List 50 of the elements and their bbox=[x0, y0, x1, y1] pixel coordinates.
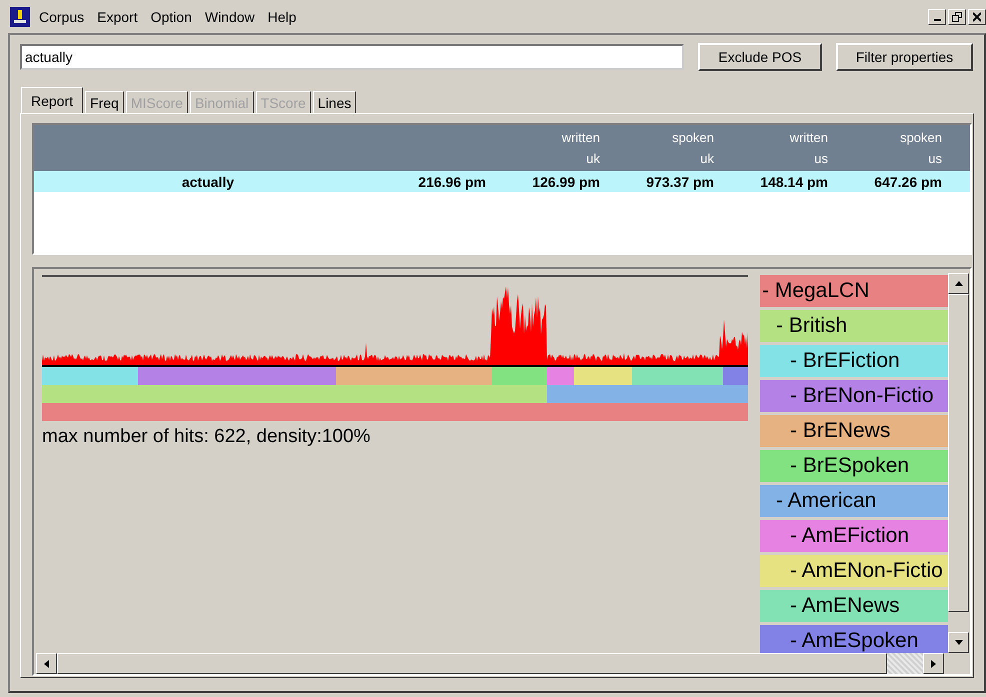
tab[interactable]: Report bbox=[21, 87, 84, 113]
tree-item[interactable]: - BrESpoken bbox=[760, 450, 948, 482]
tree-item[interactable]: - AmENon-Fictio bbox=[760, 555, 948, 587]
table-cell-text: 126.99 pm bbox=[531, 174, 600, 190]
tree-item[interactable]: - MegaLCN bbox=[760, 275, 948, 307]
left-arrow-icon bbox=[44, 660, 49, 668]
app-logo-icon bbox=[10, 6, 30, 26]
scroll-down-button[interactable] bbox=[948, 632, 969, 653]
table-row[interactable]: actually 216.96 pm 126.99 pm 973.37 pm 148.14 pm 647.26 pm bbox=[34, 171, 970, 192]
table-cell-text: 148.14 pm bbox=[759, 174, 828, 190]
toolbar-button[interactable]: Exclude POS bbox=[698, 43, 822, 71]
scrollbar-thumb[interactable] bbox=[948, 294, 969, 612]
menu-item[interactable]: Option bbox=[150, 8, 192, 24]
tab[interactable]: Freq bbox=[85, 91, 124, 113]
menu-item[interactable]: Corpus bbox=[39, 8, 84, 24]
tree-item[interactable]: - American bbox=[760, 485, 948, 517]
tree-item[interactable]: - BrENon-Fictio bbox=[760, 380, 948, 412]
menu-item[interactable]: Help bbox=[268, 8, 296, 24]
toolbar-button[interactable]: Filter properties bbox=[836, 43, 973, 71]
search-field[interactable]: actually bbox=[20, 44, 684, 70]
column-header: written us bbox=[788, 129, 828, 168]
up-arrow-icon bbox=[954, 281, 962, 286]
scroll-right-button[interactable] bbox=[923, 653, 944, 674]
tree-item[interactable]: - AmEFiction bbox=[760, 520, 948, 552]
scroll-left-button[interactable] bbox=[36, 653, 57, 674]
close-icon bbox=[973, 12, 981, 22]
table-cell-text: 216.96 pm bbox=[417, 174, 486, 190]
column-header: written uk bbox=[560, 129, 600, 168]
minimize-icon bbox=[934, 19, 940, 21]
table-cell-text: 973.37 pm bbox=[645, 174, 714, 190]
tree-item[interactable]: - British bbox=[760, 310, 948, 342]
tree-item[interactable]: - AmENews bbox=[760, 590, 948, 622]
minimize-button[interactable] bbox=[928, 8, 946, 24]
restore-button[interactable] bbox=[948, 8, 966, 24]
scroll-up-button[interactable] bbox=[948, 273, 969, 294]
tree-item[interactable]: - BrENews bbox=[760, 415, 948, 447]
menu-item[interactable]: Window bbox=[204, 8, 255, 24]
right-arrow-icon bbox=[931, 660, 936, 668]
menu-item[interactable]: Export bbox=[97, 8, 138, 24]
table-cell-text: actually bbox=[180, 174, 234, 190]
hits-caption: max number of hits: 622, density:100% bbox=[42, 426, 372, 448]
tree-item[interactable]: - AmESpoken bbox=[760, 625, 948, 653]
restore-icon bbox=[952, 12, 962, 22]
tab[interactable]: Lines bbox=[312, 91, 356, 113]
column-header: spoken uk bbox=[671, 129, 714, 168]
down-arrow-icon bbox=[954, 640, 962, 645]
tree-item[interactable]: - BrEFiction bbox=[760, 345, 948, 377]
close-button[interactable] bbox=[968, 8, 986, 24]
column-header: spoken us bbox=[899, 129, 942, 168]
table-cell-text: 647.26 pm bbox=[873, 174, 942, 190]
